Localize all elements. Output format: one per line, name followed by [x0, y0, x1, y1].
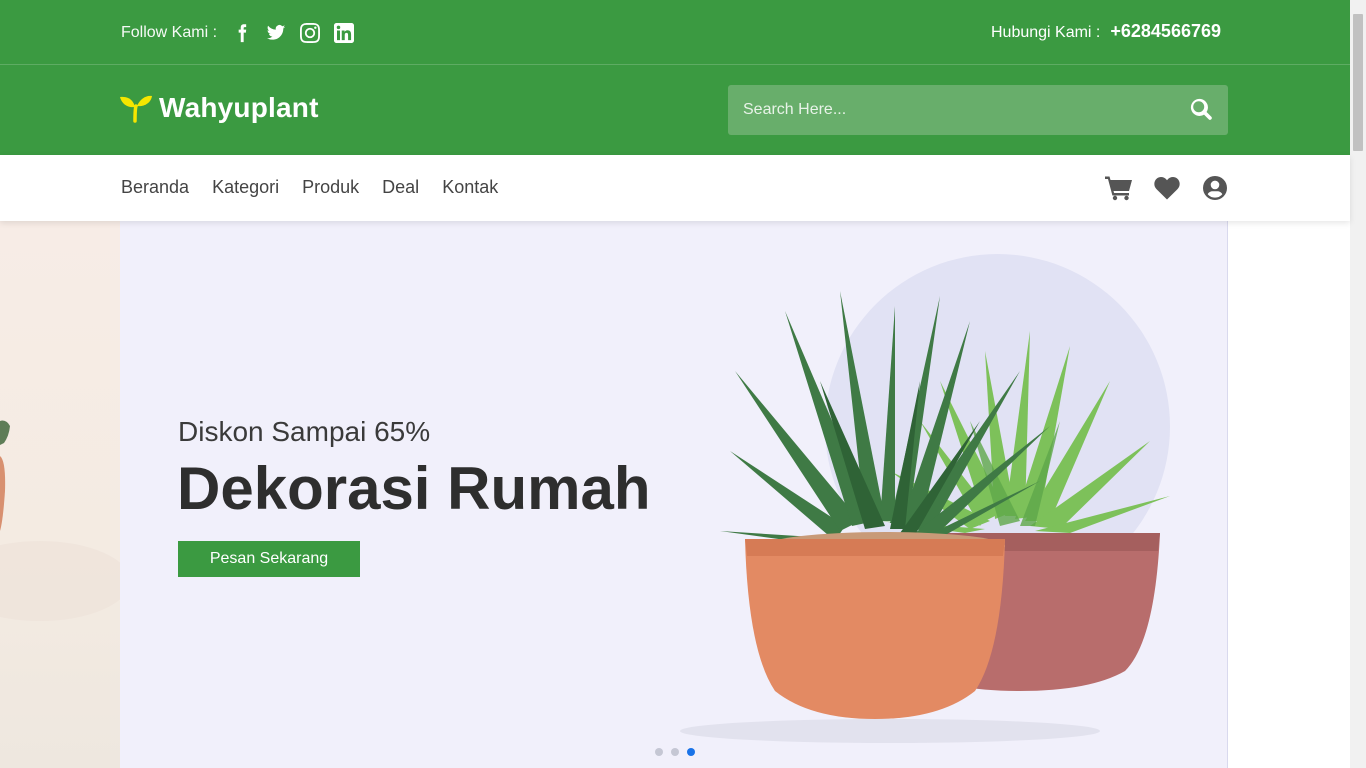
search-bar — [728, 85, 1228, 135]
nav-links: Beranda Kategori Produk Deal Kontak — [121, 177, 521, 198]
follow-label: Follow Kami : — [121, 24, 218, 41]
navbar: Beranda Kategori Produk Deal Kontak — [0, 155, 1350, 221]
nav-link-kontak[interactable]: Kontak — [442, 177, 498, 198]
search-icon[interactable] — [1190, 98, 1214, 122]
contact-section: Hubungi Kami : +6284566769 — [991, 21, 1221, 42]
nav-link-deal[interactable]: Deal — [382, 177, 419, 198]
slider-dot-1[interactable] — [655, 748, 663, 756]
follow-section: Follow Kami : — [121, 22, 367, 44]
hero-slide-active: Diskon Sampai 65% Dekorasi Rumah Pesan S… — [120, 221, 1228, 768]
previous-slide-peek — [0, 221, 130, 768]
nav-icons — [1085, 174, 1229, 202]
linkedin-icon[interactable] — [333, 22, 355, 44]
nav-link-produk[interactable]: Produk — [302, 177, 359, 198]
top-bar: Follow Kami : Hubungi Kami : +6284566769 — [0, 0, 1350, 65]
sprout-icon — [120, 95, 152, 123]
search-input[interactable] — [728, 85, 1168, 135]
hero-title: Dekorasi Rumah — [177, 455, 651, 522]
scrollbar-thumb[interactable] — [1353, 14, 1363, 151]
slider-dot-2[interactable] — [671, 748, 679, 756]
user-icon[interactable] — [1201, 174, 1229, 202]
hero-slider: Diskon Sampai 65% Dekorasi Rumah Pesan S… — [0, 221, 1350, 768]
hero-subtitle: Diskon Sampai 65% — [178, 416, 431, 447]
main-header: Wahyuplant — [0, 65, 1350, 155]
instagram-icon[interactable] — [299, 22, 321, 44]
facebook-icon[interactable] — [231, 22, 253, 44]
page-scrollbar[interactable] — [1350, 0, 1366, 768]
plant-pots-image — [680, 291, 1170, 743]
contact-label: Hubungi Kami : — [990, 24, 1101, 41]
twitter-icon[interactable] — [265, 22, 287, 44]
heart-icon[interactable] — [1153, 174, 1181, 202]
slider-dot-3[interactable] — [687, 748, 695, 756]
order-now-button[interactable]: Pesan Sekarang — [178, 541, 360, 577]
nav-link-kategori[interactable]: Kategori — [212, 177, 279, 198]
phone-number-link[interactable]: +6284566769 — [1110, 21, 1221, 42]
nav-link-beranda[interactable]: Beranda — [121, 177, 189, 198]
cart-icon[interactable] — [1105, 174, 1133, 202]
plant-image-partial — [0, 420, 130, 621]
brand-logo[interactable]: Wahyuplant — [119, 92, 319, 124]
brand-name: Wahyuplant — [159, 92, 319, 123]
slider-dots — [655, 748, 703, 756]
